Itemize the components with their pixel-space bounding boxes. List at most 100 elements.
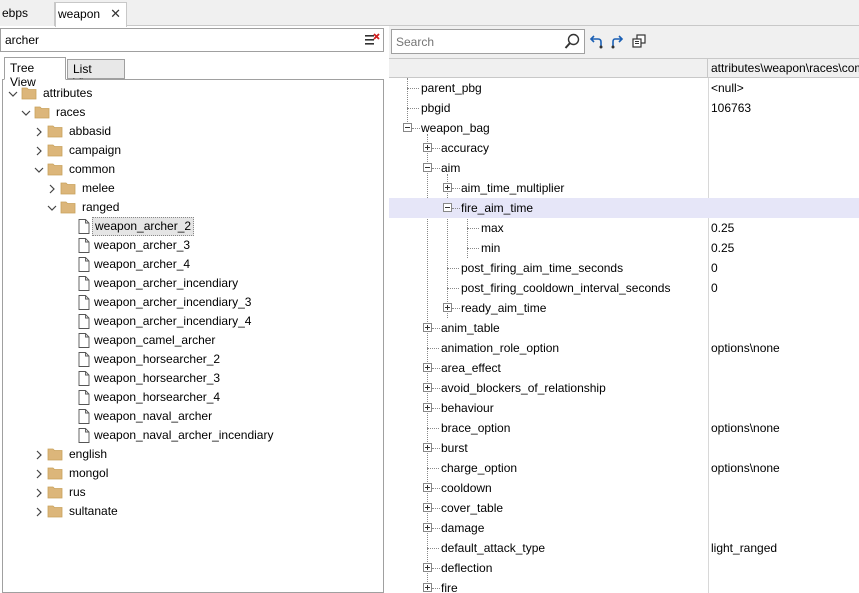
expand-icon[interactable] [423,323,432,332]
tree-folder-attributes[interactable]: attributes [3,84,383,103]
property-row[interactable]: area_effect [389,358,859,378]
tree-folder-mongol[interactable]: mongol [3,464,383,483]
property-row[interactable]: weapon_bag [389,118,859,138]
chevron-right-icon[interactable] [34,146,44,156]
property-value[interactable]: 0 [711,258,718,278]
tree-file-weapon_archer_incendiary[interactable]: weapon_archer_incendiary [3,274,383,293]
tab-tree-view[interactable]: Tree View [4,57,66,89]
property-row[interactable]: aim_time_multiplier [389,178,859,198]
expand-icon[interactable] [423,403,432,412]
navigate-forward-icon[interactable] [610,33,626,49]
navigate-back-icon[interactable] [589,33,605,49]
header-name-column[interactable] [389,59,708,78]
collapse-icon[interactable] [423,163,432,172]
property-value[interactable]: options\none [711,418,780,438]
property-row[interactable]: brace_option options\none [389,418,859,438]
property-row[interactable]: default_attack_type light_ranged [389,538,859,558]
close-icon[interactable]: ✕ [110,6,121,22]
property-row[interactable]: damage [389,518,859,538]
property-value[interactable]: light_ranged [711,538,777,558]
collapse-icon[interactable] [403,123,412,132]
tree-folder-rus[interactable]: rus [3,483,383,502]
property-value[interactable]: 106763 [711,98,751,118]
chevron-right-icon[interactable] [34,450,44,460]
property-row[interactable]: ready_aim_time [389,298,859,318]
tree-file-weapon_camel_archer[interactable]: weapon_camel_archer [3,331,383,350]
search-icon[interactable] [564,33,580,50]
tree-file-weapon_archer_incendiary_4[interactable]: weapon_archer_incendiary_4 [3,312,383,331]
property-value[interactable]: <null> [711,78,744,98]
chevron-right-icon[interactable] [34,507,44,517]
property-row[interactable]: animation_role_option options\none [389,338,859,358]
tree-folder-common[interactable]: common [3,160,383,179]
property-row[interactable]: accuracy [389,138,859,158]
file-tree[interactable]: attributes races abbasid campaign common mele… [2,79,384,593]
property-row[interactable]: min 0.25 [389,238,859,258]
property-value[interactable]: options\none [711,338,780,358]
property-row[interactable]: behaviour [389,398,859,418]
property-row[interactable]: anim_table [389,318,859,338]
expand-icon[interactable] [423,523,432,532]
property-row[interactable]: aim [389,158,859,178]
tree-file-weapon_archer_2[interactable]: weapon_archer_2 [3,217,383,236]
property-value[interactable]: 0.25 [711,218,734,238]
doc-tab-ebps[interactable]: ebps [0,2,55,26]
tree-file-weapon_naval_archer_incendiary[interactable]: weapon_naval_archer_incendiary [3,426,383,445]
property-row[interactable]: pbgid 106763 [389,98,859,118]
tab-list-view[interactable]: List View [67,59,125,90]
expand-icon[interactable] [443,303,452,312]
property-value[interactable]: options\none [711,458,780,478]
property-row[interactable]: charge_option options\none [389,458,859,478]
chevron-down-icon[interactable] [47,203,57,213]
property-row[interactable]: max 0.25 [389,218,859,238]
property-grid[interactable]: parent_pbg <null> pbgid 106763 weapon_bag acc… [389,78,859,593]
tree-folder-races[interactable]: races [3,103,383,122]
tree-folder-english[interactable]: english [3,445,383,464]
property-row[interactable]: post_firing_aim_time_seconds 0 [389,258,859,278]
chevron-down-icon[interactable] [21,108,31,118]
expand-icon[interactable] [423,583,432,592]
copy-icon[interactable] [631,33,647,49]
tree-file-weapon_archer_incendiary_3[interactable]: weapon_archer_incendiary_3 [3,293,383,312]
tree-folder-sultanate[interactable]: sultanate [3,502,383,521]
property-row[interactable]: cooldown [389,478,859,498]
expand-icon[interactable] [423,443,432,452]
collapse-icon[interactable] [443,203,452,212]
property-row[interactable]: deflection [389,558,859,578]
tree-file-weapon_horsearcher_3[interactable]: weapon_horsearcher_3 [3,369,383,388]
search-input[interactable] [396,35,556,49]
property-row[interactable]: avoid_blockers_of_relationship [389,378,859,398]
expand-icon[interactable] [423,143,432,152]
tree-folder-ranged[interactable]: ranged [3,198,383,217]
tree-folder-abbasid[interactable]: abbasid [3,122,383,141]
expand-icon[interactable] [423,363,432,372]
property-row[interactable]: post_firing_cooldown_interval_seconds 0 [389,278,859,298]
expand-icon[interactable] [423,383,432,392]
property-value[interactable]: 0 [711,278,718,298]
tree-file-weapon_archer_4[interactable]: weapon_archer_4 [3,255,383,274]
expand-icon[interactable] [423,503,432,512]
property-row[interactable]: burst [389,438,859,458]
property-row[interactable]: fire [389,578,859,593]
chevron-right-icon[interactable] [34,127,44,137]
tree-folder-campaign[interactable]: campaign [3,141,383,160]
chevron-right-icon[interactable] [34,469,44,479]
doc-tab-weapon[interactable]: weapon ✕ [55,2,127,27]
tree-file-weapon_horsearcher_2[interactable]: weapon_horsearcher_2 [3,350,383,369]
expand-icon[interactable] [423,483,432,492]
chevron-down-icon[interactable] [34,165,44,175]
property-row[interactable]: cover_table [389,498,859,518]
property-value[interactable]: 0.25 [711,238,734,258]
chevron-down-icon[interactable] [8,89,18,99]
property-row[interactable]: fire_aim_time [389,198,859,218]
tree-file-weapon_archer_3[interactable]: weapon_archer_3 [3,236,383,255]
chevron-right-icon[interactable] [34,488,44,498]
header-value-column[interactable]: attributes\weapon\races\common\ranged\we… [711,59,859,78]
chevron-right-icon[interactable] [47,184,57,194]
expand-icon[interactable] [443,183,452,192]
expand-icon[interactable] [423,563,432,572]
tree-file-weapon_horsearcher_4[interactable]: weapon_horsearcher_4 [3,388,383,407]
filter-input[interactable] [5,33,345,47]
clear-filter-icon[interactable] [364,32,380,48]
tree-folder-melee[interactable]: melee [3,179,383,198]
